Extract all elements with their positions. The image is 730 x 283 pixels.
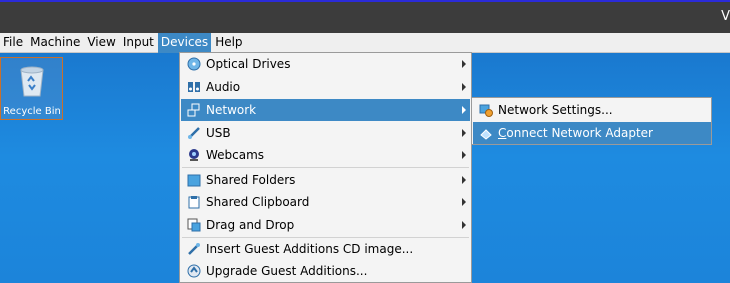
menu-item-connect-network-adapter[interactable]: Connect Network Adapter (473, 122, 711, 144)
menu-input[interactable]: Input (120, 33, 157, 53)
menu-item-shared-clipboard[interactable]: Shared Clipboard (181, 191, 470, 213)
optical-disc-icon (187, 57, 201, 71)
submenu-arrow-icon (462, 198, 466, 206)
recycle-bin-label: Recycle Bin (3, 106, 61, 117)
network-icon (187, 103, 201, 117)
submenu-arrow-icon (462, 221, 466, 229)
drag-drop-icon (187, 218, 201, 232)
menu-item-network[interactable]: Network (181, 99, 470, 121)
menu-machine[interactable]: Machine (27, 33, 83, 53)
menu-item-insert-guest-additions[interactable]: Insert Guest Additions CD image... (181, 238, 470, 260)
submenu-arrow-icon (462, 83, 466, 91)
menu-item-webcams[interactable]: Webcams (181, 144, 470, 166)
menu-item-upgrade-guest-additions[interactable]: Upgrade Guest Additions... (181, 260, 470, 282)
menu-separator (182, 167, 469, 168)
menu-item-label: Audio (206, 80, 241, 94)
recycle-bin-shortcut[interactable]: Recycle Bin (0, 57, 63, 120)
network-settings-icon (479, 103, 493, 117)
devices-dropdown-menu: Optical Drives Audio Network USB Webcams (179, 52, 472, 283)
submenu-arrow-icon (462, 106, 466, 114)
menu-bar: File Machine View Input Devices Help (0, 32, 730, 53)
menu-item-audio[interactable]: Audio (181, 76, 470, 98)
window-titlebar: V (0, 0, 730, 33)
menu-item-network-settings[interactable]: Network Settings... (473, 99, 711, 121)
recycle-bin-icon (20, 66, 44, 97)
menu-item-drag-and-drop[interactable]: Drag and Drop (181, 214, 470, 236)
menu-item-label: Shared Clipboard (206, 195, 310, 209)
menu-file[interactable]: File (0, 33, 26, 53)
insert-cd-icon (187, 242, 201, 256)
network-submenu: Network Settings... Connect Network Adap… (471, 97, 712, 145)
webcam-icon (187, 148, 201, 162)
audio-icon (187, 80, 201, 94)
menu-help[interactable]: Help (212, 33, 245, 53)
menu-item-label: Webcams (206, 148, 265, 162)
usb-icon (187, 126, 201, 140)
clipboard-icon (187, 195, 201, 209)
menu-item-label: Optical Drives (206, 57, 291, 71)
folder-icon (187, 173, 201, 187)
window-title: V (721, 9, 730, 24)
menu-item-label: Drag and Drop (206, 218, 295, 232)
network-adapter-icon (479, 126, 493, 140)
menu-item-optical-drives[interactable]: Optical Drives (181, 53, 470, 75)
menu-item-label: Network Settings... (498, 103, 613, 117)
menu-item-label: USB (206, 126, 231, 140)
menu-item-shared-folders[interactable]: Shared Folders (181, 169, 470, 191)
menu-view[interactable]: View (84, 33, 118, 53)
menu-item-label: Upgrade Guest Additions... (206, 264, 368, 278)
submenu-arrow-icon (462, 60, 466, 68)
upgrade-icon (187, 264, 201, 278)
menu-item-label: Connect Network Adapter (498, 126, 653, 140)
submenu-arrow-icon (462, 176, 466, 184)
menu-item-usb[interactable]: USB (181, 122, 470, 144)
submenu-arrow-icon (462, 151, 466, 159)
menu-item-label-rest: onnect Network Adapter (506, 126, 653, 140)
submenu-arrow-icon (462, 129, 466, 137)
menu-item-label: Shared Folders (206, 173, 296, 187)
menu-item-label: Insert Guest Additions CD image... (206, 242, 414, 256)
menu-item-label: Network (206, 103, 257, 117)
menu-devices[interactable]: Devices (157, 32, 212, 53)
